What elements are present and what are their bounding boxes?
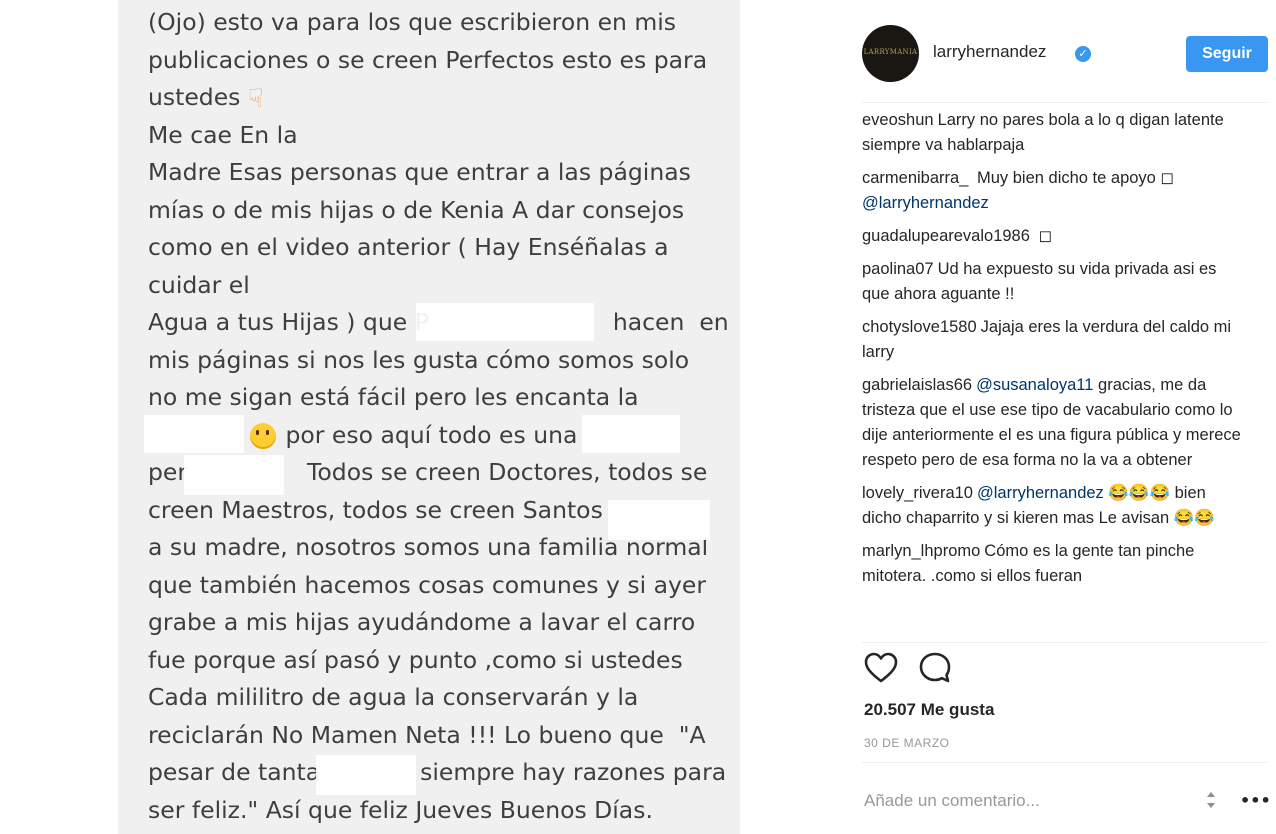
comment-bubble-icon [919,652,951,683]
comment-username[interactable]: lovely_rivera10 [862,484,973,502]
pointing-down-hand-icon: ☟ [247,83,264,114]
divider [862,102,1268,103]
divider [862,762,1268,763]
censor-box [316,755,416,795]
comment-mention[interactable]: @larryhernandez [977,484,1104,502]
divider [862,642,1268,643]
post-sidebar: LARRYMANIA larryhernandez ✓ Seguir eveos… [862,0,1276,834]
comment-button[interactable] [916,650,954,688]
username-link[interactable]: larryhernandez [933,42,1046,62]
comment-item: carmenibarra_ Muy bien dicho te apoyo ◻︎… [862,166,1247,216]
follow-button[interactable]: Seguir [1186,36,1268,72]
avatar-logo-text: LARRYMANIA [863,48,918,56]
comment-mention[interactable]: @susanaloya11 [976,376,1093,394]
censor-box [144,415,244,453]
comment-username[interactable]: guadalupearevalo1986 [862,227,1030,245]
comment-mention[interactable]: @larryhernandez [862,194,989,212]
verified-badge-icon: ✓ [1075,46,1091,62]
comment-text: Muy bien dicho te apoyo ◻︎ [976,169,1175,187]
comment-username[interactable]: marlyn_lhpromo [862,542,980,560]
comment-text: ◻︎ [1038,227,1053,245]
post-image: (Ojo) esto va para los que escribieron e… [118,0,740,834]
censor-box [416,303,594,341]
comment-username[interactable]: gabrielaislas66 [862,376,972,394]
comment-item: paolina07 Ud ha expuesto su vida privada … [862,257,1247,307]
censor-box [582,415,680,453]
comment-item: marlyn_lhpromo Cómo es la gente tan pinch… [862,539,1247,589]
censor-box [184,455,284,495]
like-button[interactable] [862,650,900,688]
scroll-arrows-icon[interactable] [1204,788,1218,812]
avatar[interactable]: LARRYMANIA [862,25,919,82]
add-comment-input[interactable] [864,788,1184,814]
post-date: 30 DE MARZO [864,736,950,750]
upside-down-face-icon [250,423,276,449]
more-options-button[interactable]: ••• [1240,788,1271,814]
comment-username[interactable]: eveoshun [862,111,934,129]
comment-username[interactable]: carmenibarra_ [862,169,968,187]
comment-item: eveoshun Larry no pares bola a lo q digan… [862,108,1247,158]
censor-box [608,500,710,540]
comment-item: gabrielaislas66 @susanaloya11 gracias, me… [862,373,1247,473]
likes-count[interactable]: 20.507 Me gusta [864,700,994,720]
comment-username[interactable]: paolina07 [862,260,934,278]
comment-username[interactable]: chotyslove1580 [862,318,977,336]
heart-icon [864,652,898,683]
comment-item: guadalupearevalo1986 ◻︎ [862,224,1247,249]
comment-item: lovely_rivera10 @larryhernandez 😂😂😂 bien … [862,481,1247,531]
comments-list[interactable]: eveoshun Larry no pares bola a lo q digan… [862,108,1247,638]
comment-item: chotyslove1580 Jajaja eres la verdura del… [862,315,1247,365]
